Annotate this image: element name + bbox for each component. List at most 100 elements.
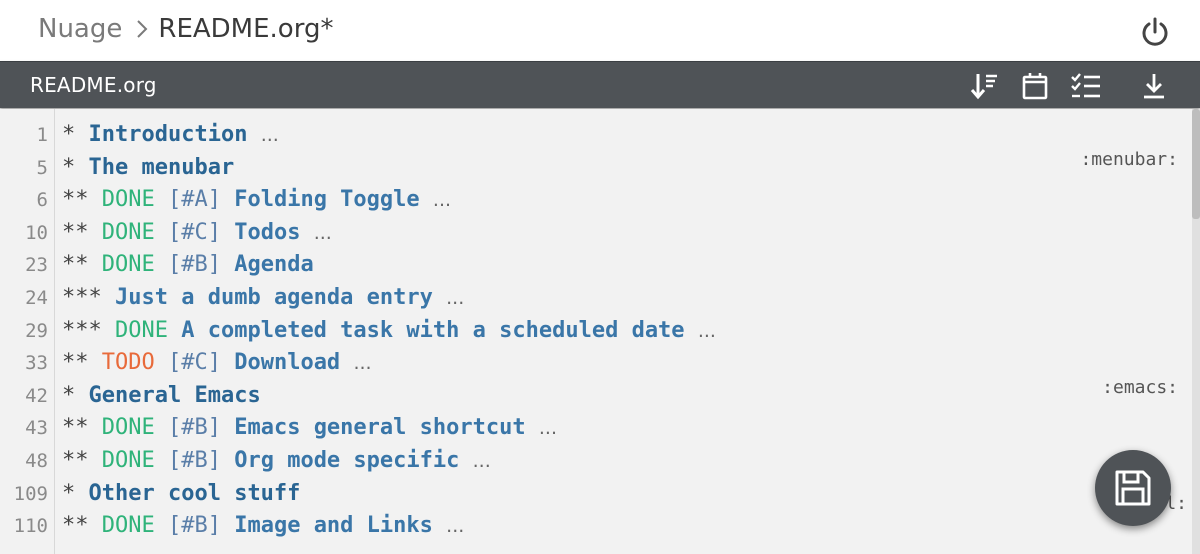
editor-line[interactable]: 1 * Introduction ...: [0, 119, 1190, 152]
line-number: 6: [36, 189, 48, 212]
todo-keyword[interactable]: TODO: [102, 350, 155, 375]
fold-ellipsis[interactable]: ...: [473, 450, 491, 472]
heading-text: ** DONE [#B] Agenda: [62, 249, 314, 282]
heading-tag: :emacs:: [1102, 376, 1178, 398]
heading-title[interactable]: Download: [234, 350, 340, 375]
heading-stars: **: [62, 219, 89, 245]
priority-cookie: [#C]: [167, 219, 221, 245]
heading-stars: *: [62, 154, 76, 180]
fold-ellipsis[interactable]: ...: [314, 222, 332, 244]
power-icon[interactable]: [1140, 16, 1170, 48]
heading-title[interactable]: Todos: [234, 220, 300, 245]
line-number: 10: [25, 221, 48, 244]
todo-keyword[interactable]: DONE: [102, 415, 155, 440]
editor-line[interactable]: 110 ** DONE [#B] Image and Links ...: [0, 510, 1190, 543]
fold-ellipsis[interactable]: ...: [353, 352, 371, 374]
line-number: 48: [25, 449, 48, 472]
heading-title[interactable]: The menubar: [89, 155, 235, 180]
editor-line[interactable]: 29 *** DONE A completed task with a sched…: [0, 315, 1190, 348]
heading-title[interactable]: Introduction: [89, 122, 248, 147]
heading-text: ** DONE [#C] Todos ...: [62, 217, 332, 250]
todo-keyword[interactable]: DONE: [102, 187, 155, 212]
line-number: 23: [25, 254, 48, 277]
heading-text: * The menubar: [62, 152, 234, 185]
todo-keyword[interactable]: DONE: [115, 318, 168, 343]
todo-keyword[interactable]: DONE: [102, 220, 155, 245]
heading-title[interactable]: Image and Links: [234, 513, 433, 538]
fold-ellipsis[interactable]: ...: [698, 320, 716, 342]
fold-ellipsis[interactable]: ...: [261, 124, 279, 146]
heading-text: ** DONE [#B] Image and Links ...: [62, 510, 464, 543]
todo-keyword[interactable]: DONE: [102, 448, 155, 473]
priority-cookie: [#B]: [167, 415, 221, 441]
heading-stars: **: [62, 415, 89, 441]
fold-ellipsis[interactable]: ...: [446, 287, 464, 309]
heading-tag: :menubar:: [1080, 148, 1178, 170]
heading-title[interactable]: Folding Toggle: [234, 187, 419, 212]
line-number: 42: [25, 384, 48, 407]
todo-keyword[interactable]: DONE: [102, 252, 155, 277]
editor-scrollbar[interactable]: [1192, 109, 1200, 554]
editor-line[interactable]: 6 ** DONE [#A] Folding Toggle ...: [0, 184, 1190, 217]
todo-keyword[interactable]: DONE: [102, 513, 155, 538]
heading-text: *** DONE A completed task with a schedul…: [62, 315, 716, 348]
heading-title[interactable]: A completed task with a scheduled date: [181, 318, 684, 343]
priority-cookie: [#B]: [167, 252, 221, 278]
breadcrumb: Nuage README.org*: [38, 14, 333, 44]
download-icon[interactable]: [1137, 70, 1171, 102]
editor-line[interactable]: 33 ** TODO [#C] Download ...: [0, 347, 1190, 380]
heading-title[interactable]: Emacs general shortcut: [234, 415, 525, 440]
editor-line[interactable]: 10 ** DONE [#C] Todos ...: [0, 217, 1190, 250]
line-number: 29: [25, 319, 48, 342]
heading-title[interactable]: Just a dumb agenda entry: [115, 285, 433, 310]
top-bar: Nuage README.org*: [0, 0, 1200, 61]
priority-cookie: [#B]: [167, 513, 221, 539]
file-name: README.org: [30, 73, 157, 97]
editor-line[interactable]: 24 *** Just a dumb agenda entry ...: [0, 282, 1190, 315]
heading-stars: **: [62, 350, 89, 376]
heading-stars: ***: [62, 284, 102, 310]
editor-line[interactable]: 42 * General Emacs :emacs:: [0, 377, 1190, 413]
line-number: 109: [13, 482, 48, 505]
file-toolbar: README.org: [0, 61, 1200, 108]
heading-stars: **: [62, 252, 89, 278]
heading-text: ** DONE [#B] Emacs general shortcut ...: [62, 412, 557, 445]
heading-stars: **: [62, 513, 89, 539]
editor-lines: 1 * Introduction ... 5 * The menubar:menuba…: [0, 119, 1190, 543]
editor-line[interactable]: 109 * Other cool stuff: [0, 478, 1190, 511]
editor-line[interactable]: 43 ** DONE [#B] Emacs general shortcut ..…: [0, 412, 1190, 445]
heading-text: *** Just a dumb agenda entry ...: [62, 282, 464, 315]
heading-stars: **: [62, 187, 89, 213]
priority-cookie: [#B]: [167, 447, 221, 473]
line-number: 1: [36, 124, 48, 146]
heading-text: ** DONE [#B] Org mode specific ...: [62, 445, 491, 478]
heading-stars: **: [62, 447, 89, 473]
save-icon: [1115, 470, 1151, 506]
chevron-right-icon: [136, 19, 148, 39]
line-number: 43: [25, 417, 48, 440]
heading-text: * General Emacs: [62, 380, 261, 413]
editor-line[interactable]: 5 * The menubar:menubar:: [0, 149, 1190, 185]
heading-title[interactable]: Agenda: [234, 252, 313, 277]
heading-title[interactable]: Org mode specific: [234, 448, 459, 473]
heading-text: ** TODO [#C] Download ...: [62, 347, 372, 380]
line-number: 110: [13, 515, 48, 538]
editor-line[interactable]: 23 ** DONE [#B] Agenda: [0, 249, 1190, 282]
breadcrumb-root[interactable]: Nuage: [38, 14, 122, 44]
priority-cookie: [#A]: [167, 187, 221, 213]
fold-ellipsis[interactable]: ...: [433, 189, 451, 211]
heading-stars: *: [62, 480, 76, 506]
org-editor[interactable]: 1 * Introduction ... 5 * The menubar:menuba…: [0, 109, 1200, 554]
editor-line[interactable]: 48 ** DONE [#B] Org mode specific ...: [0, 445, 1190, 478]
fold-ellipsis[interactable]: ...: [539, 417, 557, 439]
sort-icon[interactable]: [967, 70, 1001, 102]
save-button[interactable]: [1095, 450, 1171, 526]
heading-title[interactable]: Other cool stuff: [89, 481, 301, 506]
heading-title[interactable]: General Emacs: [89, 383, 261, 408]
heading-text: * Introduction ...: [62, 119, 279, 152]
calendar-icon[interactable]: [1018, 70, 1052, 102]
scrollbar-thumb[interactable]: [1192, 109, 1200, 219]
heading-stars: *: [62, 122, 76, 147]
fold-ellipsis[interactable]: ...: [446, 515, 464, 537]
checklist-icon[interactable]: [1069, 70, 1103, 102]
